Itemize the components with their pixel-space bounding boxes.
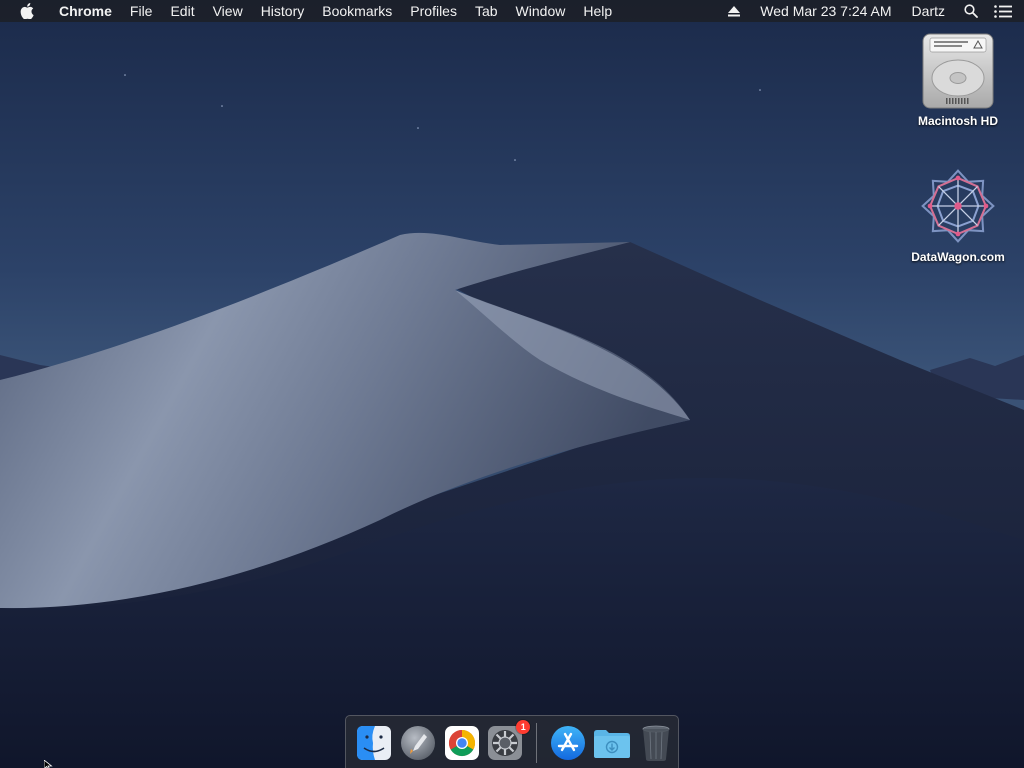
menu-history[interactable]: History xyxy=(252,0,314,22)
menu-app-chrome[interactable]: Chrome xyxy=(50,0,121,22)
dock-separator xyxy=(536,723,538,763)
menu-bar-status-area: Wed Mar 23 7:24 AM Dartz xyxy=(718,0,1024,22)
finder-icon xyxy=(356,726,391,760)
notification-badge: 1 xyxy=(516,720,531,734)
datawagon-logo-icon xyxy=(918,166,998,246)
dock-launchpad[interactable] xyxy=(398,723,438,763)
menu-tab[interactable]: Tab xyxy=(466,0,507,22)
apple-icon[interactable] xyxy=(18,0,36,22)
menu-view[interactable]: View xyxy=(204,0,252,22)
desktop-icon-label: Macintosh HD xyxy=(917,114,998,128)
mouse-cursor-icon xyxy=(44,760,53,768)
menu-help[interactable]: Help xyxy=(574,0,621,22)
launchpad-icon xyxy=(400,726,435,760)
menu-bookmarks[interactable]: Bookmarks xyxy=(313,0,401,22)
notification-center-icon[interactable] xyxy=(992,0,1014,22)
dock-app-store[interactable] xyxy=(548,723,588,763)
hard-drive-icon xyxy=(918,30,998,110)
clock[interactable]: Wed Mar 23 7:24 AM xyxy=(750,0,901,22)
dock-system-preferences[interactable]: 1 xyxy=(485,720,531,763)
desktop-icon-macintosh-hd[interactable]: Macintosh HD xyxy=(903,30,1013,128)
wallpaper xyxy=(0,0,1024,768)
user-menu[interactable]: Dartz xyxy=(902,0,955,22)
menu-bar: Chrome File Edit View History Bookmarks … xyxy=(0,0,1024,22)
dock-chrome[interactable] xyxy=(442,723,482,763)
menu-window[interactable]: Window xyxy=(507,0,575,22)
dock-trash[interactable] xyxy=(636,723,676,763)
desktop: Chrome File Edit View History Bookmarks … xyxy=(0,0,1024,768)
desktop-icon-datawagon[interactable]: DataWagon.com xyxy=(903,166,1013,264)
dock-finder[interactable] xyxy=(354,723,394,763)
trash-icon xyxy=(642,725,670,761)
dock-downloads[interactable] xyxy=(592,723,632,763)
eject-icon[interactable] xyxy=(723,0,745,22)
spotlight-search-icon[interactable] xyxy=(960,0,982,22)
menu-profiles[interactable]: Profiles xyxy=(401,0,466,22)
menu-file[interactable]: File xyxy=(121,0,162,22)
downloads-folder-icon xyxy=(594,730,631,758)
desktop-icon-label: DataWagon.com xyxy=(911,250,1005,264)
dock: 1 xyxy=(345,715,679,768)
chrome-icon xyxy=(444,726,479,760)
menu-edit[interactable]: Edit xyxy=(161,0,203,22)
app-store-icon xyxy=(551,726,586,760)
